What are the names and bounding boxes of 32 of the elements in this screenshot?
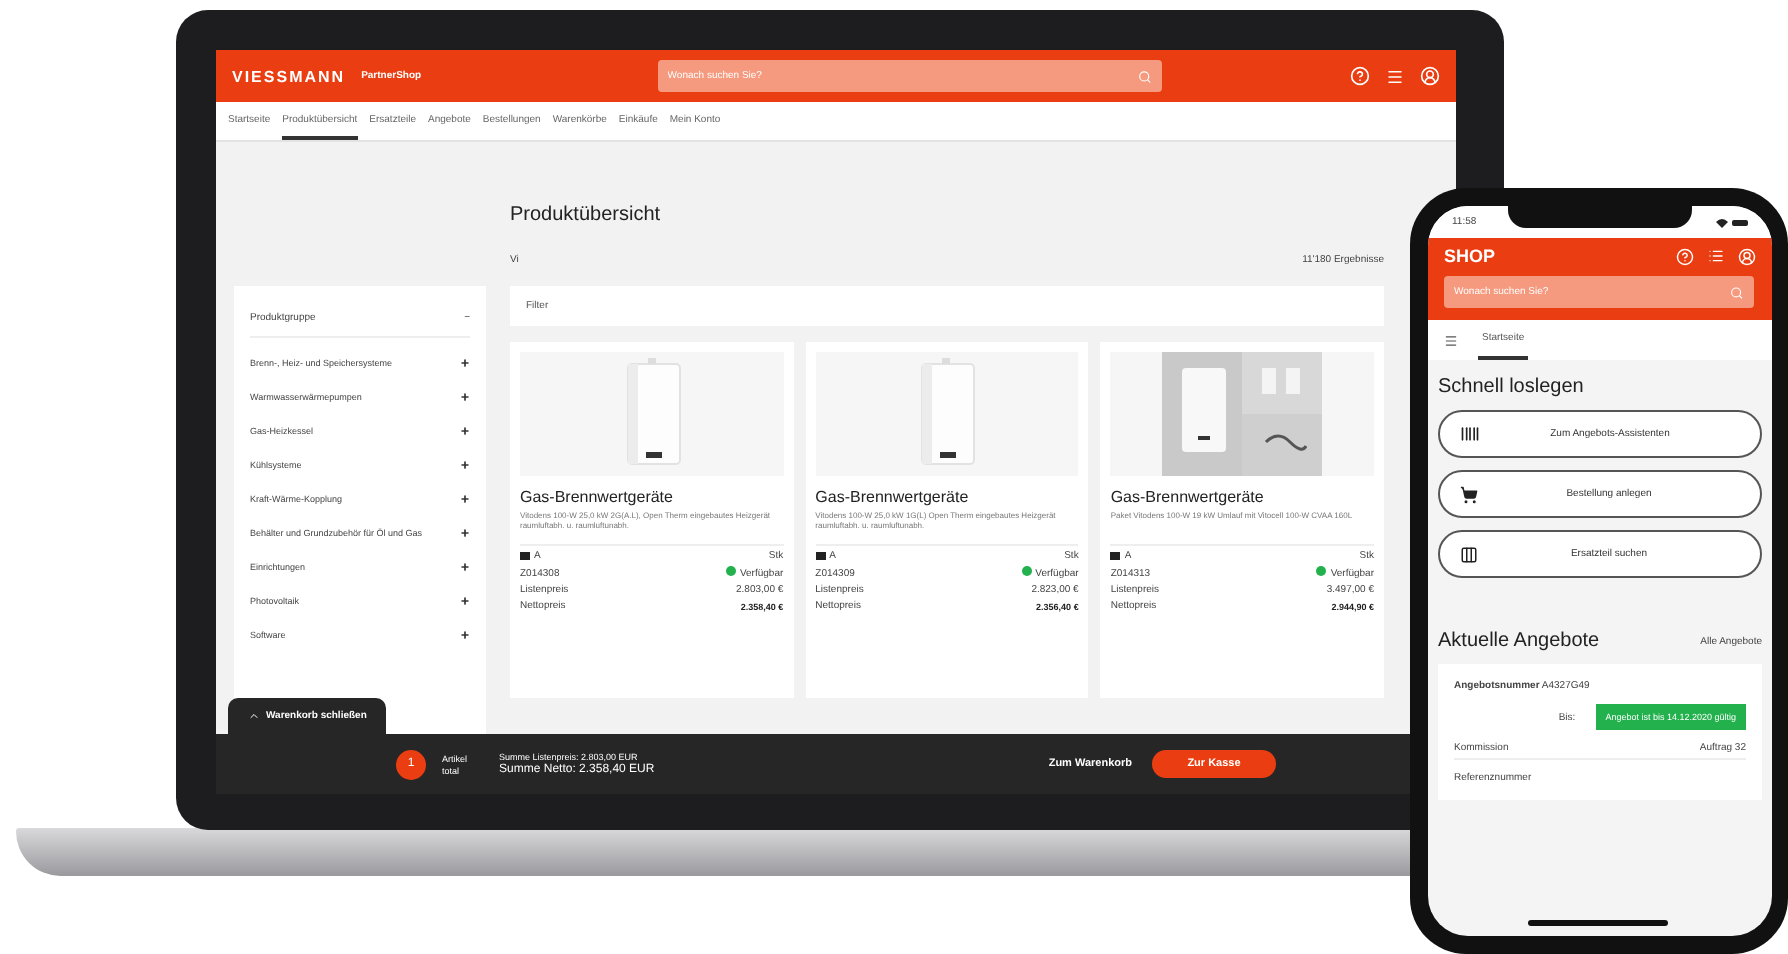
plus-icon [460, 562, 470, 572]
plus-icon [460, 630, 470, 640]
wifi-battery-icon [1716, 217, 1748, 227]
barcode-icon [1460, 424, 1480, 444]
columns-icon [1460, 545, 1478, 563]
help-icon[interactable] [1676, 247, 1694, 265]
plus-icon [460, 426, 470, 436]
menu-icon[interactable] [1444, 333, 1458, 347]
cart-icon [1460, 485, 1478, 503]
product-title: Gas-Brennwertgeräte [1110, 488, 1266, 506]
account-icon[interactable] [1420, 66, 1441, 86]
home-indicator [1528, 920, 1668, 926]
logo: SHOP [1444, 246, 1496, 266]
help-icon[interactable] [1350, 66, 1371, 86]
product-title: Gas-Brennwertgeräte [815, 488, 971, 506]
product-title: Gas-Brennwertgeräte [520, 488, 675, 506]
plus-icon [460, 528, 470, 538]
menu-icon[interactable] [1708, 248, 1724, 264]
plus-icon [460, 358, 470, 368]
section-title: Schnell loslegen [1438, 376, 1586, 398]
plus-icon [460, 596, 470, 606]
page-title: Produktübersicht [510, 204, 663, 226]
search-icon [1730, 285, 1744, 299]
logo: VIESSMANN [232, 67, 346, 85]
search-icon [1138, 69, 1152, 83]
plus-icon [460, 460, 470, 470]
section-title: Aktuelle Angebote [1438, 630, 1600, 652]
account-icon[interactable] [1738, 247, 1756, 265]
menu-icon[interactable] [1386, 67, 1405, 85]
chevron-up-icon [248, 710, 260, 722]
plus-icon [460, 392, 470, 402]
plus-icon [460, 494, 470, 504]
